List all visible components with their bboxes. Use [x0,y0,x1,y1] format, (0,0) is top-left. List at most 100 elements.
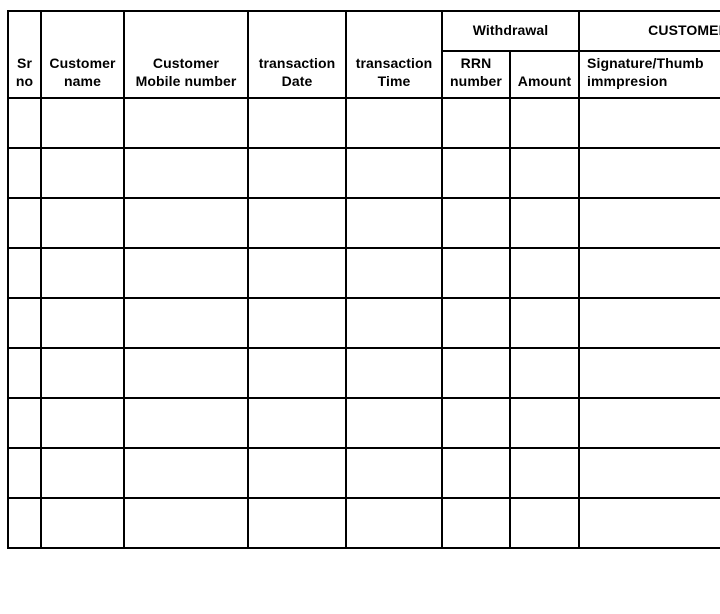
table-cell-amount[interactable] [508,246,581,299]
table-cell-txn_time[interactable] [345,96,443,149]
table-row[interactable] [7,146,720,199]
table-cell-amount[interactable] [508,96,581,149]
table-cell-amount[interactable] [508,496,581,549]
table-cell-cust_name[interactable] [40,496,125,549]
table-cell-amount[interactable] [508,346,581,399]
table-cell-mobile[interactable] [123,246,249,299]
table-cell-amount[interactable] [508,146,581,199]
table-cell-txn_time[interactable] [345,146,443,199]
table-cell-cust_name[interactable] [40,396,125,449]
table-cell-rrn[interactable] [441,396,511,449]
table-row[interactable] [7,496,720,549]
table-cell-signature[interactable] [578,146,720,199]
column-header-transaction-time: transaction Time [345,10,443,99]
table-cell-sr_no[interactable] [7,246,42,299]
table-cell-txn_date[interactable] [247,396,347,449]
table-cell-mobile[interactable] [123,296,249,349]
table-cell-cust_name[interactable] [40,246,125,299]
table-cell-sr_no[interactable] [7,196,42,249]
table-cell-signature[interactable] [578,296,720,349]
table-cell-rrn[interactable] [441,496,511,549]
table-cell-amount[interactable] [508,396,581,449]
table-cell-rrn[interactable] [441,96,511,149]
table-cell-rrn[interactable] [441,296,511,349]
column-header-amount: Amount [508,49,581,99]
table-cell-txn_time[interactable] [345,246,443,299]
column-header-rrn-number-line1: RRN [460,54,492,71]
column-header-amount-label: Amount [517,72,572,89]
table-cell-txn_date[interactable] [247,296,347,349]
table-cell-amount[interactable] [508,196,581,249]
header-row-group: Sr no Customer name Customer Mobile numb… [7,10,720,99]
column-header-transaction-time-line1: transaction [355,54,433,71]
table-cell-mobile[interactable] [123,146,249,199]
table-cell-rrn[interactable] [441,246,511,299]
table-cell-sr_no[interactable] [7,396,42,449]
column-header-transaction-date: transaction Date [247,10,347,99]
table-cell-cust_name[interactable] [40,296,125,349]
table-cell-signature[interactable] [578,346,720,399]
column-header-rrn-number-line2: number [450,72,502,89]
table-cell-sr_no[interactable] [7,346,42,399]
table-cell-txn_time[interactable] [345,296,443,349]
table-cell-cust_name[interactable] [40,446,125,499]
table-cell-mobile[interactable] [123,446,249,499]
transaction-register-table: Sr no Customer name Customer Mobile numb… [7,10,720,549]
table-cell-sr_no[interactable] [7,296,42,349]
table-cell-sr_no[interactable] [7,96,42,149]
column-header-customer-name-line2: name [64,72,101,89]
table-cell-amount[interactable] [508,296,581,349]
table-header: Sr no Customer name Customer Mobile numb… [7,10,720,99]
table-cell-amount[interactable] [508,446,581,499]
table-cell-rrn[interactable] [441,446,511,499]
table-cell-signature[interactable] [578,96,720,149]
table-cell-sr_no[interactable] [7,446,42,499]
table-cell-sr_no[interactable] [7,496,42,549]
table-cell-mobile[interactable] [123,496,249,549]
table-cell-signature[interactable] [578,196,720,249]
table-cell-cust_name[interactable] [40,196,125,249]
table-cell-mobile[interactable] [123,196,249,249]
table-cell-signature[interactable] [578,396,720,449]
table-cell-mobile[interactable] [123,396,249,449]
table-cell-cust_name[interactable] [40,96,125,149]
table-cell-signature[interactable] [578,496,720,549]
group-header-customer: CUSTOMER [578,10,720,52]
table-cell-txn_date[interactable] [247,196,347,249]
table-cell-cust_name[interactable] [40,346,125,399]
table-row[interactable] [7,296,720,349]
table-cell-txn_date[interactable] [247,96,347,149]
table-cell-txn_date[interactable] [247,346,347,399]
table-cell-txn_time[interactable] [345,446,443,499]
table-cell-signature[interactable] [578,246,720,299]
table-row[interactable] [7,96,720,149]
table-cell-sr_no[interactable] [7,146,42,199]
table-cell-txn_time[interactable] [345,196,443,249]
table-row[interactable] [7,196,720,249]
table-row[interactable] [7,246,720,299]
table-cell-txn_date[interactable] [247,446,347,499]
column-header-customer-name: Customer name [40,10,125,99]
table-cell-rrn[interactable] [441,346,511,399]
table-cell-signature[interactable] [578,446,720,499]
column-header-signature-thumb-impression: Signature/Thumb immpresion [578,49,720,99]
column-header-customer-name-line1: Customer [49,54,116,71]
column-header-rrn-number: RRN number [441,49,511,99]
table-row[interactable] [7,396,720,449]
table-cell-cust_name[interactable] [40,146,125,199]
group-header-withdrawal: Withdrawal [440,10,581,52]
table-cell-mobile[interactable] [123,96,249,149]
table-cell-txn_time[interactable] [345,496,443,549]
column-header-transaction-date-line1: transaction [258,54,336,71]
table-cell-rrn[interactable] [441,196,511,249]
table-cell-txn_date[interactable] [247,496,347,549]
table-row[interactable] [7,346,720,399]
table-cell-txn_time[interactable] [345,346,443,399]
table-cell-txn_date[interactable] [247,246,347,299]
table-cell-txn_date[interactable] [247,146,347,199]
table-cell-txn_time[interactable] [345,396,443,449]
table-cell-mobile[interactable] [123,346,249,399]
column-header-signature-line2: immpresion [587,72,668,89]
table-row[interactable] [7,446,720,499]
table-cell-rrn[interactable] [441,146,511,199]
